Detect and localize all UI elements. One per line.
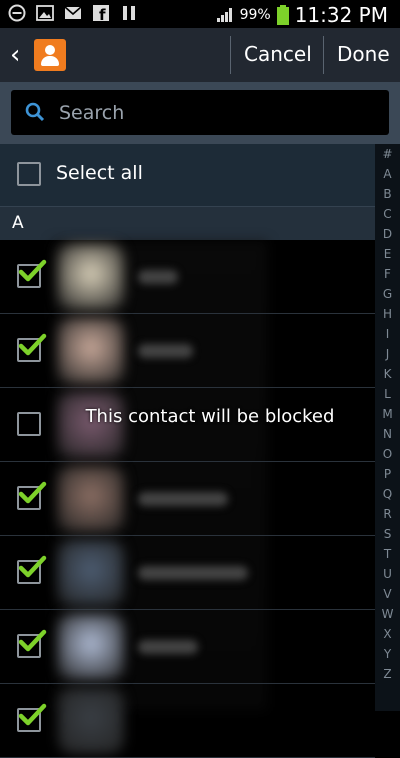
person-icon-head — [45, 45, 55, 55]
facebook-icon: f — [93, 5, 109, 22]
battery-icon — [276, 5, 289, 25]
contact-checkbox[interactable] — [17, 259, 47, 288]
action-divider — [230, 36, 231, 74]
notification-icons: f — [8, 4, 138, 22]
index-letter[interactable]: A — [375, 164, 400, 184]
svg-text:f: f — [99, 6, 106, 22]
search-icon — [25, 102, 45, 122]
contact-row[interactable] — [0, 536, 375, 610]
index-letter[interactable]: Q — [375, 484, 400, 504]
index-letter[interactable]: C — [375, 204, 400, 224]
back-button[interactable]: ‹ — [10, 41, 24, 69]
section-header: A — [0, 207, 375, 240]
contact-row[interactable] — [0, 610, 375, 684]
index-letter[interactable]: B — [375, 184, 400, 204]
index-letter[interactable]: R — [375, 504, 400, 524]
index-letter[interactable]: V — [375, 584, 400, 604]
index-letter[interactable]: Y — [375, 644, 400, 664]
section-letter: A — [12, 213, 24, 233]
contact-name-blurred — [138, 492, 228, 506]
index-letter[interactable]: M — [375, 404, 400, 424]
contact-photo — [58, 318, 124, 384]
index-letter[interactable]: # — [375, 144, 400, 164]
battery-percent: 99% — [239, 7, 271, 23]
gallery-icon — [36, 5, 54, 21]
index-letter[interactable]: L — [375, 384, 400, 404]
contact-list[interactable]: Select all A — [0, 144, 375, 758]
select-all-label: Select all — [56, 162, 143, 184]
status-bar: f 99% 11:32 PM — [0, 0, 400, 28]
select-all-checkbox[interactable] — [17, 162, 41, 186]
index-letter[interactable]: U — [375, 564, 400, 584]
contact-name-blurred — [138, 640, 198, 654]
index-letter[interactable]: G — [375, 284, 400, 304]
index-letter[interactable]: X — [375, 624, 400, 644]
index-letter[interactable]: O — [375, 444, 400, 464]
cancel-button[interactable]: Cancel — [244, 42, 312, 66]
blocked-toast: This contact will be blocked — [85, 406, 335, 427]
index-letter[interactable]: N — [375, 424, 400, 444]
select-all-row[interactable]: Select all — [0, 144, 375, 207]
clock: 11:32 PM — [294, 3, 388, 27]
contact-name-blurred — [138, 344, 193, 358]
mail-icon — [64, 6, 82, 19]
contacts-app-icon[interactable] — [34, 39, 66, 71]
contact-name-blurred — [138, 566, 248, 580]
person-icon-body — [41, 56, 59, 66]
contact-photo — [58, 688, 124, 754]
index-letter[interactable]: S — [375, 524, 400, 544]
contact-checkbox[interactable] — [17, 333, 47, 362]
signal-icon — [216, 8, 232, 22]
index-letter[interactable]: K — [375, 364, 400, 384]
search-bar — [0, 82, 400, 144]
contact-photo — [58, 244, 124, 310]
search-box[interactable] — [11, 90, 389, 135]
action-bar: ‹ Cancel Done — [0, 28, 400, 83]
index-letter[interactable]: J — [375, 344, 400, 364]
do-not-disturb-icon — [8, 4, 26, 22]
index-letter[interactable]: H — [375, 304, 400, 324]
done-button[interactable]: Done — [337, 42, 390, 66]
checkmark-icon — [18, 703, 47, 726]
action-divider — [323, 36, 324, 74]
index-letter[interactable]: D — [375, 224, 400, 244]
index-letter[interactable]: W — [375, 604, 400, 624]
contact-photo — [58, 540, 124, 606]
contact-row[interactable] — [0, 314, 375, 388]
contact-photo — [58, 466, 124, 532]
contact-photo — [58, 614, 124, 680]
contact-checkbox[interactable] — [17, 629, 47, 658]
contact-row[interactable] — [0, 462, 375, 536]
contact-row[interactable] — [0, 240, 375, 314]
contact-row[interactable] — [0, 684, 375, 758]
contact-checkbox[interactable] — [17, 481, 47, 510]
index-letter[interactable]: Z — [375, 664, 400, 684]
checkmark-icon — [18, 333, 47, 356]
checkmark-icon — [18, 259, 47, 282]
contact-checkbox[interactable] — [17, 703, 47, 732]
contact-checkbox[interactable] — [17, 555, 47, 584]
checkmark-icon — [18, 481, 47, 504]
index-letter[interactable]: P — [375, 464, 400, 484]
search-input[interactable] — [57, 99, 381, 127]
index-letter[interactable]: E — [375, 244, 400, 264]
alphabet-index[interactable]: # A B C D E F G H I J K L M N O P Q R S T U V W X Y Z — [375, 144, 400, 711]
index-letter[interactable]: I — [375, 324, 400, 344]
contact-name-blurred — [138, 270, 178, 284]
index-letter[interactable]: T — [375, 544, 400, 564]
checkmark-icon — [18, 629, 47, 652]
checkmark-icon — [18, 555, 47, 578]
status-right: 99% 11:32 PM — [216, 3, 388, 27]
pause-icon — [123, 6, 135, 20]
index-letter[interactable]: F — [375, 264, 400, 284]
contact-checkbox[interactable] — [17, 412, 41, 436]
